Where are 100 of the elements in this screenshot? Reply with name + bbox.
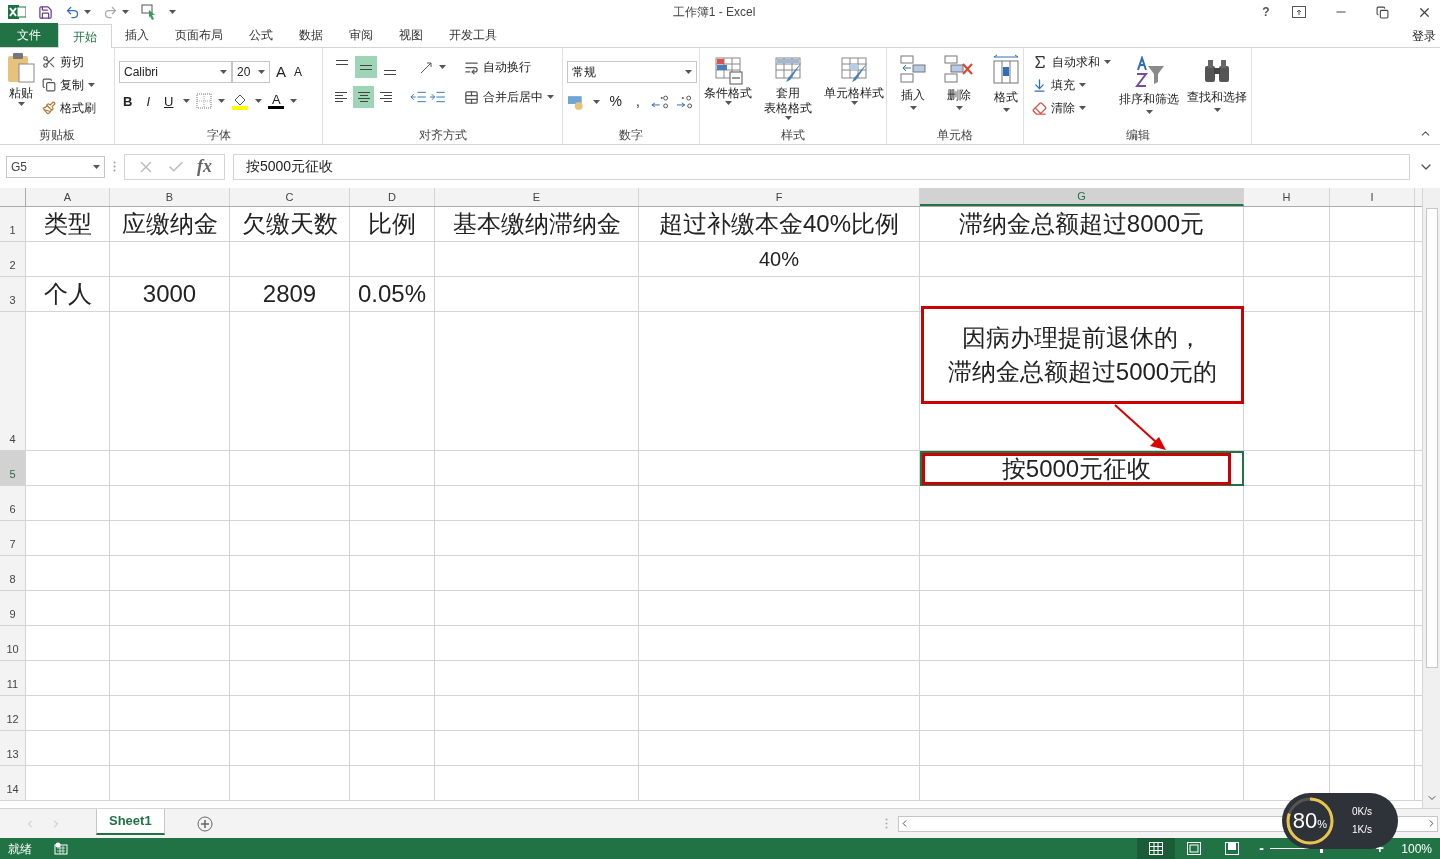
editing-large-button[interactable]: 排序和筛选 [1119,52,1179,118]
ribbon-display-icon[interactable] [1292,6,1306,18]
cells-button[interactable]: 插入 [899,54,927,112]
editing-button[interactable]: 自动求和 [1032,52,1111,72]
sheet-tab[interactable]: Sheet1 [96,808,165,835]
align-middle-button[interactable] [355,56,377,78]
caret-icon [88,83,95,87]
column-header[interactable]: G [920,188,1244,206]
column-header[interactable]: D [350,188,435,206]
style-button[interactable]: 套用 表格格式 [764,54,812,120]
font-color-button[interactable]: A [268,93,285,110]
clipboard-action[interactable]: 剪切 [42,52,96,72]
font-name-field[interactable]: Calibri [119,61,232,84]
caret-icon [122,10,129,14]
merge-center-button[interactable]: 合并后居中 [464,88,554,106]
comma-button[interactable]: , [632,91,644,112]
ribbon-tab[interactable]: 开发工具 [436,23,510,47]
row-header[interactable]: 14 [0,766,26,801]
percent-button[interactable]: % [605,91,626,112]
font-size-field[interactable]: 20 [232,61,270,84]
align-center-button[interactable] [353,86,374,108]
bold-button[interactable]: B [119,91,137,111]
add-sheet-icon[interactable] [196,815,213,832]
caret-icon [1079,83,1086,87]
caret-icon [592,99,600,104]
row-header[interactable]: 6 [0,486,26,521]
increase-indent-icon[interactable] [429,90,446,104]
row-header[interactable]: 11 [0,661,26,696]
wrap-text-button[interactable]: 自动换行 [464,58,531,76]
grow-font-button[interactable]: A [274,61,288,84]
fill-color-icon[interactable] [231,92,250,111]
column-header[interactable]: C [230,188,350,206]
save-icon[interactable] [38,4,53,20]
caret-icon [909,106,917,110]
cells-button[interactable]: 删除 [943,54,975,112]
scrollbar-thumb[interactable] [1425,208,1438,668]
row-header[interactable]: 1 [0,207,26,242]
group-label: 样式 [781,127,805,144]
help-button[interactable]: ? [1252,3,1280,21]
ribbon-tab[interactable]: 视图 [386,23,436,47]
increase-decimal-icon[interactable] [649,93,670,110]
row-header[interactable]: 4 [0,312,26,451]
ribbon-tab[interactable]: 开始 [58,24,112,48]
row-header[interactable]: 13 [0,731,26,766]
download-speed: 1K/s [1352,825,1372,835]
insert-function-button[interactable]: fx [197,153,212,180]
zoom-out-button[interactable]: - [1259,838,1264,859]
style-button[interactable]: 单元格样式 [824,54,884,120]
macro-record-icon[interactable] [54,842,68,855]
restore-icon[interactable] [1376,5,1389,19]
normal-view-button[interactable] [1137,838,1176,859]
ribbon-tab[interactable]: 审阅 [336,23,386,47]
style-button[interactable]: 条件格式 [704,54,752,120]
formula-field[interactable]: 按5000元征收 [233,153,1410,180]
decrease-indent-icon[interactable] [410,90,428,104]
table-cell: 2809 [230,277,350,312]
row-header[interactable]: 9 [0,591,26,626]
decrease-decimal-icon[interactable] [675,93,695,110]
paste-button[interactable]: 粘贴 [4,52,38,118]
ribbon-tab[interactable]: 页面布局 [162,23,236,47]
ribbon-tab[interactable]: 文件 [0,23,58,47]
column-header[interactable]: A [26,188,110,206]
clipboard-icon [6,52,36,84]
clipboard-action[interactable]: 复制 [42,75,96,95]
clipboard-action[interactable]: 格式刷 [42,98,96,118]
italic-button[interactable]: I [142,91,154,111]
column-header[interactable]: I [1330,188,1415,206]
column-header[interactable]: B [110,188,230,206]
copy-icon [42,78,56,92]
conditional-format-icon [712,54,744,86]
underline-button[interactable]: U [160,91,178,111]
shrink-font-button[interactable]: A [292,63,305,82]
row-header[interactable]: 2 [0,242,26,277]
number-format-field[interactable]: 常规 [567,61,697,83]
zoom-level[interactable]: 100% [1398,839,1432,858]
ribbon-tab[interactable]: 公式 [236,23,286,47]
touch-mode-icon[interactable] [141,4,157,20]
caret-icon [850,101,858,105]
column-header[interactable]: E [435,188,639,206]
column-header[interactable]: H [1244,188,1330,206]
ribbon-tab[interactable]: 插入 [112,23,162,47]
row-header[interactable]: 3 [0,277,26,312]
table-cell: 个人 [26,277,110,312]
undo-icon[interactable] [65,4,80,20]
caret-icon [218,99,226,104]
sign-in-link[interactable]: 登录 [1412,26,1440,45]
align-lines-icon [360,64,372,70]
editing-large-button[interactable]: 查找和选择 [1187,52,1247,118]
cells-button[interactable]: 格式 [991,54,1021,112]
row-header[interactable]: 12 [0,696,26,731]
editing-button[interactable]: 填充 [1032,75,1111,95]
row-header[interactable]: 8 [0,556,26,591]
row-header[interactable]: 10 [0,626,26,661]
caret-icon [255,99,263,104]
name-box[interactable]: G5 [6,155,105,178]
row-header[interactable]: 5 [0,451,26,486]
editing-button[interactable]: 清除 [1032,98,1111,118]
row-header[interactable]: 7 [0,521,26,556]
ribbon-tab[interactable]: 数据 [286,23,336,47]
eraser-icon [1032,100,1047,116]
